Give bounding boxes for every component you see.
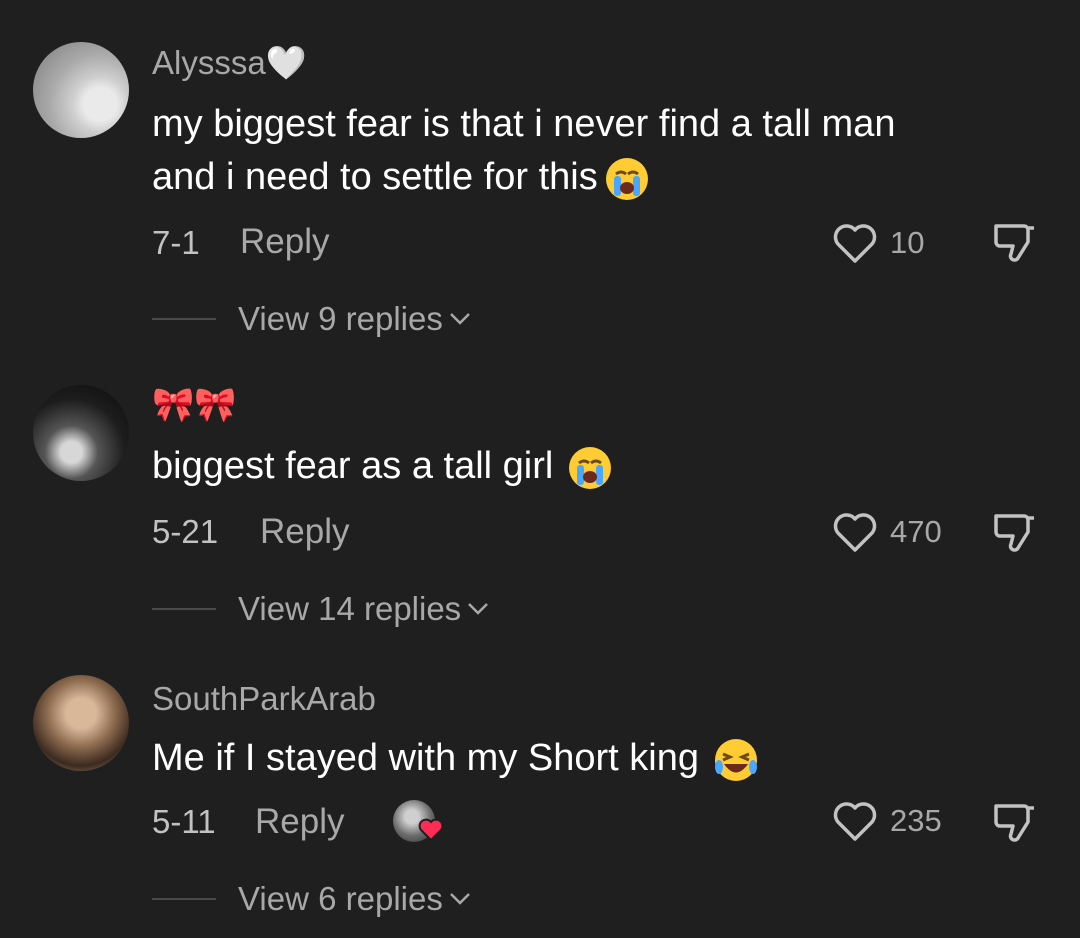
view-replies-label: View 9 replies: [238, 300, 443, 337]
view-replies-button[interactable]: View 9 replies: [152, 300, 471, 338]
view-replies-button[interactable]: View 14 replies: [152, 590, 489, 628]
comment-username[interactable]: Alysssa🤍: [152, 46, 307, 79]
comment-date: 5-11: [152, 803, 216, 840]
view-replies-button[interactable]: View 6 replies: [152, 880, 471, 918]
view-replies-label: View 14 replies: [238, 590, 462, 627]
heart-outline-icon: [833, 513, 877, 552]
like-button[interactable]: 235: [832, 800, 942, 842]
heart-outline-icon: [833, 802, 877, 841]
username-text: Alysssa: [152, 44, 266, 81]
replies-divider: [152, 898, 216, 900]
like-count: 235: [890, 803, 942, 838]
chevron-down-icon: [449, 893, 470, 905]
avatar[interactable]: [33, 42, 129, 138]
comment-text-line: and i need to settle for this: [152, 151, 895, 204]
comment-username[interactable]: SouthParkArab: [152, 682, 376, 715]
crying-emoji-icon: [605, 157, 648, 200]
like-button[interactable]: 470: [832, 511, 942, 553]
comment-text: my biggest fear is that i never find a t…: [152, 98, 895, 204]
replies-divider: [152, 608, 216, 610]
chevron-down-icon: [468, 603, 489, 615]
like-count: 470: [890, 514, 942, 549]
view-replies-label: View 6 replies: [238, 880, 443, 917]
avatar[interactable]: [33, 385, 129, 481]
laughing-emoji-icon: [714, 738, 757, 781]
comment-text: Me if I stayed with my Short king: [152, 732, 759, 785]
comment-username[interactable]: 🎀🎀: [152, 388, 237, 422]
comment-date: 5-21: [152, 513, 219, 550]
thumbs-down-icon[interactable]: [990, 508, 1038, 556]
avatar[interactable]: [33, 675, 129, 771]
reply-button[interactable]: Reply: [255, 802, 344, 842]
white-heart-emoji: 🤍: [265, 44, 307, 81]
crying-emoji-icon: [569, 446, 612, 489]
thumbs-down-icon[interactable]: [990, 798, 1038, 846]
creator-liked-heart-icon: [418, 818, 444, 842]
heart-outline-icon: [833, 224, 877, 263]
comment-date: 7-1: [152, 224, 200, 261]
reply-button[interactable]: Reply: [240, 222, 329, 262]
like-button[interactable]: 10: [832, 222, 924, 264]
replies-divider: [152, 318, 216, 320]
thumbs-down-icon[interactable]: [990, 218, 1038, 266]
chevron-down-icon: [449, 313, 470, 325]
reply-button[interactable]: Reply: [260, 512, 349, 552]
comment-text-line: my biggest fear is that i never find a t…: [152, 103, 896, 145]
comment-text: biggest fear as a tall girl: [152, 440, 613, 493]
like-count: 10: [890, 225, 925, 260]
